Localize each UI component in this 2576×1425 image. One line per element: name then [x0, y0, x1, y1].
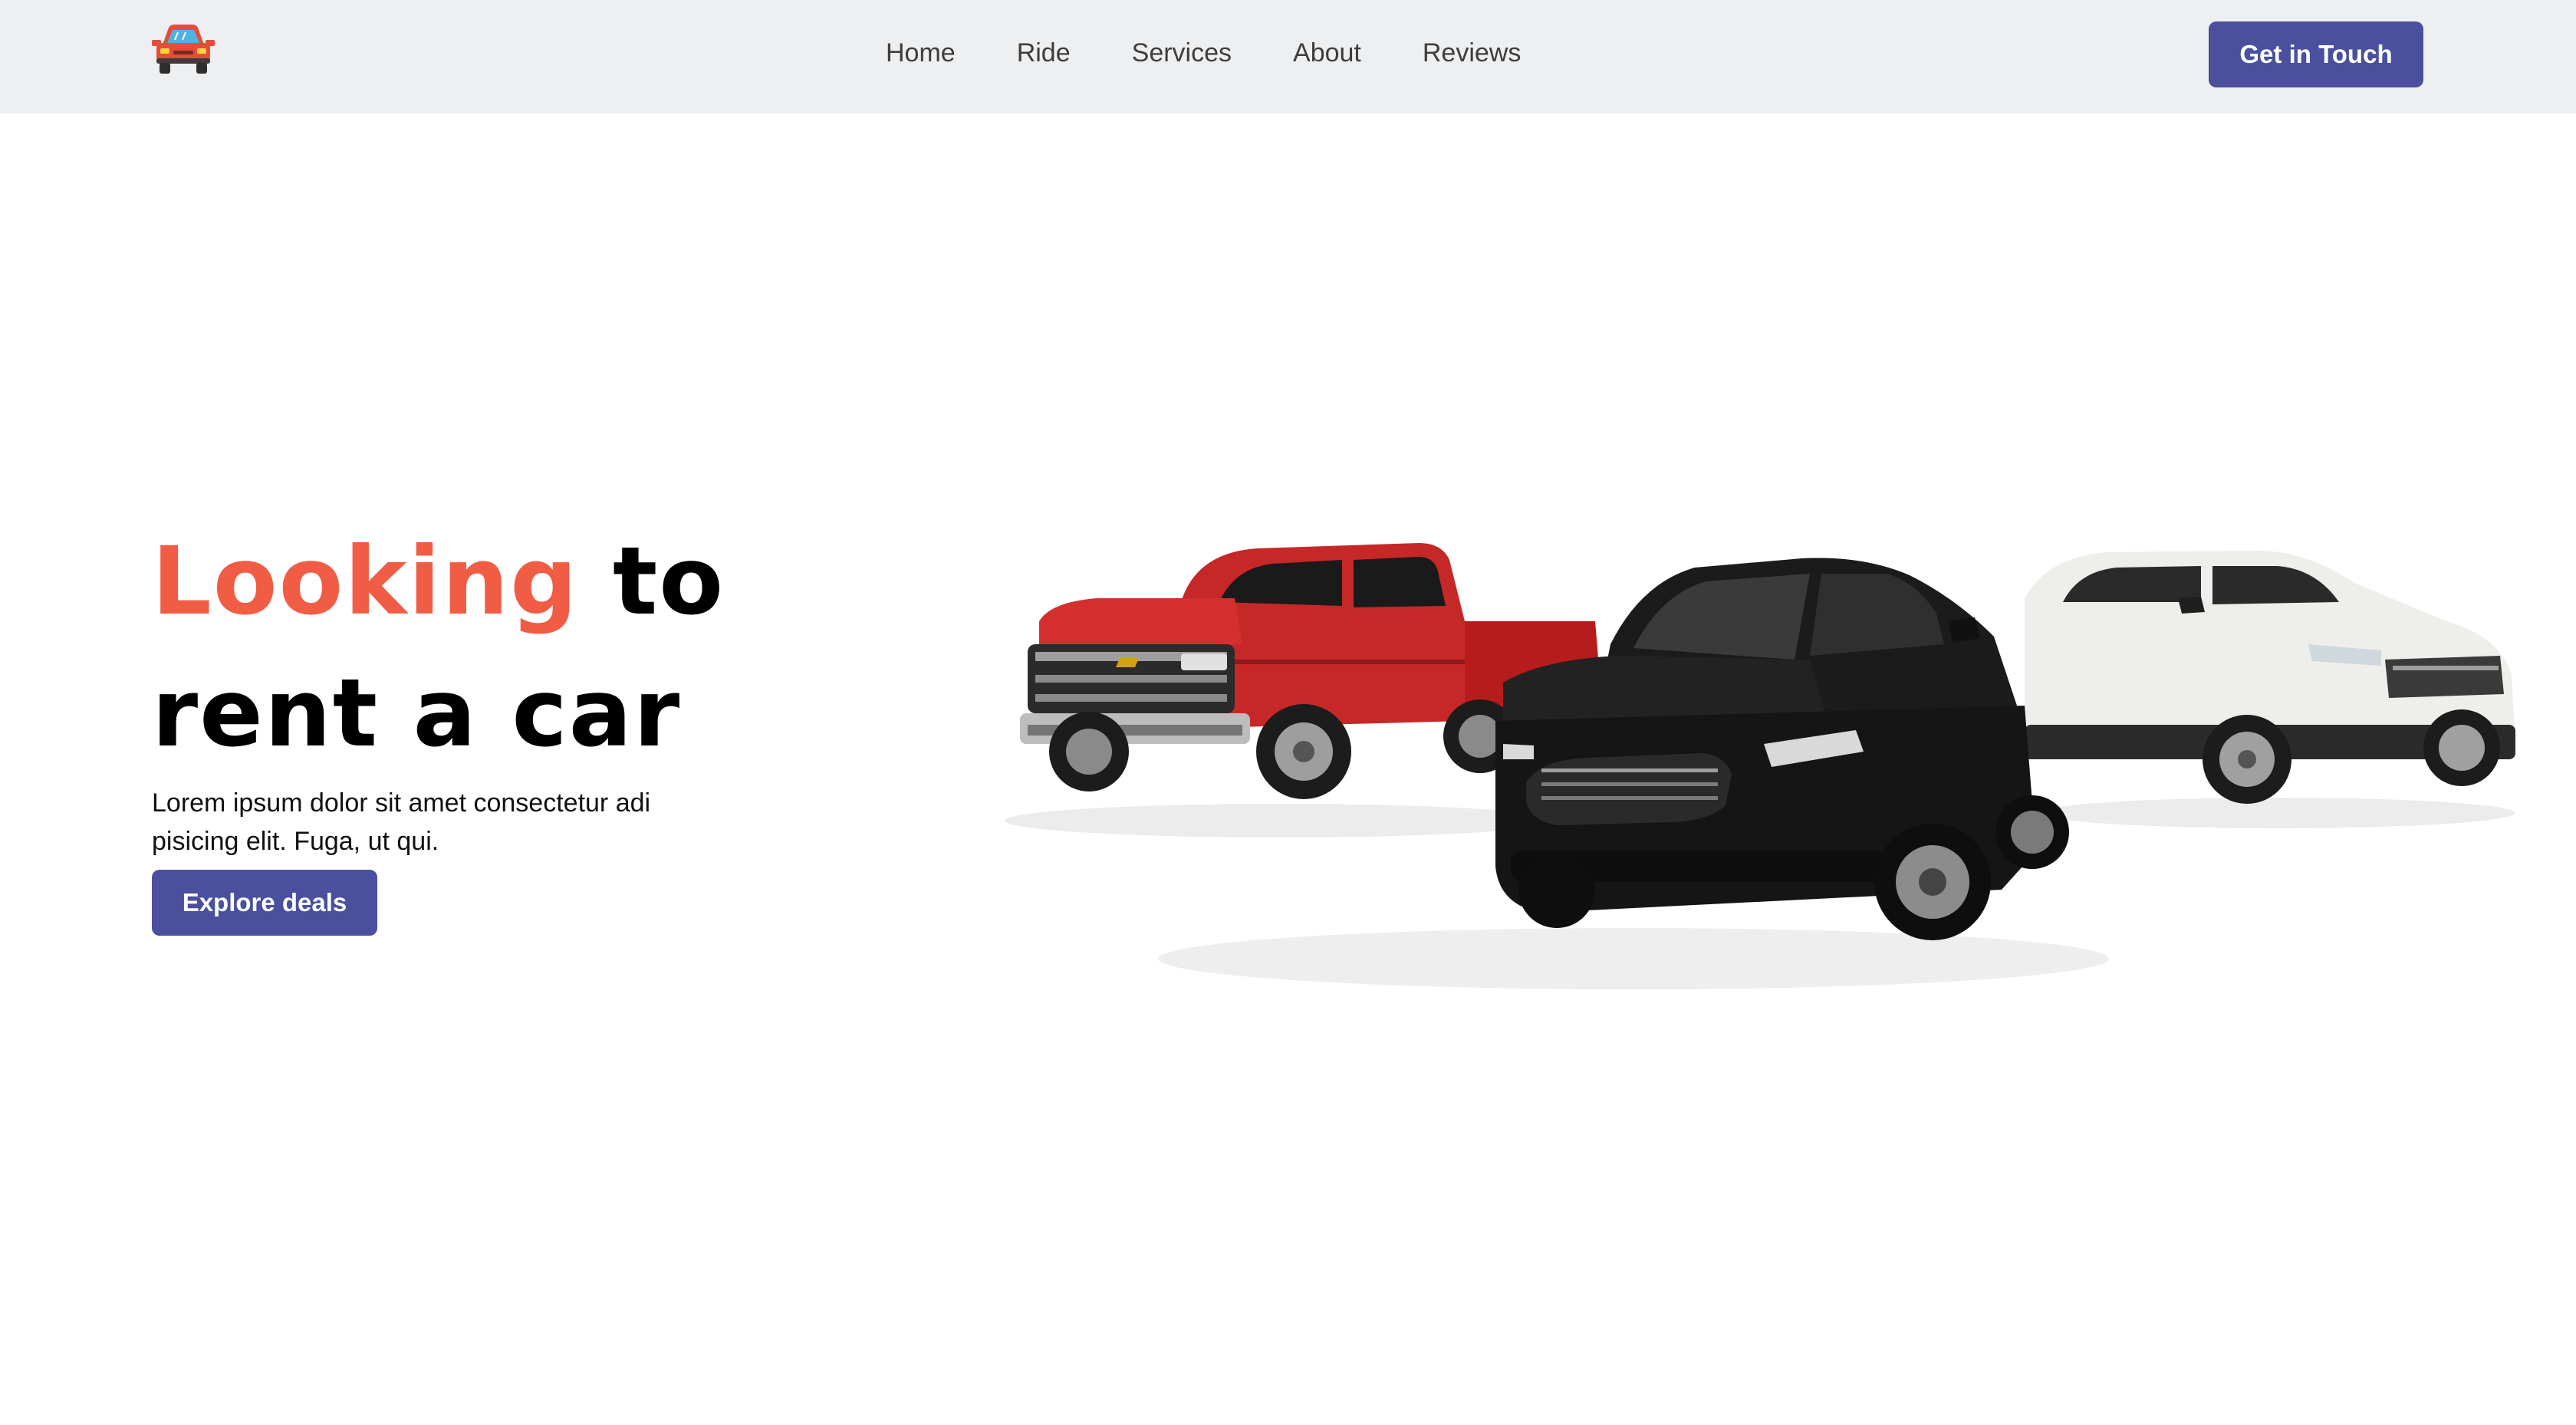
get-in-touch-button[interactable]: Get in Touch: [2209, 21, 2423, 87]
hero-description: Lorem ipsum dolor sit amet consectetur a…: [152, 788, 651, 856]
black-sedan: [1495, 558, 2069, 940]
hero-title-part-1: to: [578, 527, 725, 636]
hero-title-accent: Looking: [152, 527, 579, 636]
hero-title-part-2: rent a car: [152, 659, 682, 768]
white-suv: [2025, 551, 2515, 804]
three-cars-image: [1005, 543, 2515, 989]
hero-title: Looking to rent a car: [152, 515, 725, 779]
page: Home Ride Services About Reviews Get in …: [0, 0, 2576, 1425]
nav-ride-link[interactable]: Ride: [1017, 34, 1071, 72]
nav-services-link[interactable]: Services: [1132, 34, 1232, 72]
nav-home-link[interactable]: Home: [886, 34, 956, 72]
navbar: Home Ride Services About Reviews Get in …: [0, 0, 2576, 114]
nav-reviews-link[interactable]: Reviews: [1423, 34, 1521, 72]
red-car-icon[interactable]: [152, 23, 215, 75]
nav-about-link[interactable]: About: [1293, 34, 1361, 72]
main-nav: Home Ride Services About Reviews: [886, 34, 1582, 72]
explore-deals-button[interactable]: Explore deals: [152, 870, 377, 936]
